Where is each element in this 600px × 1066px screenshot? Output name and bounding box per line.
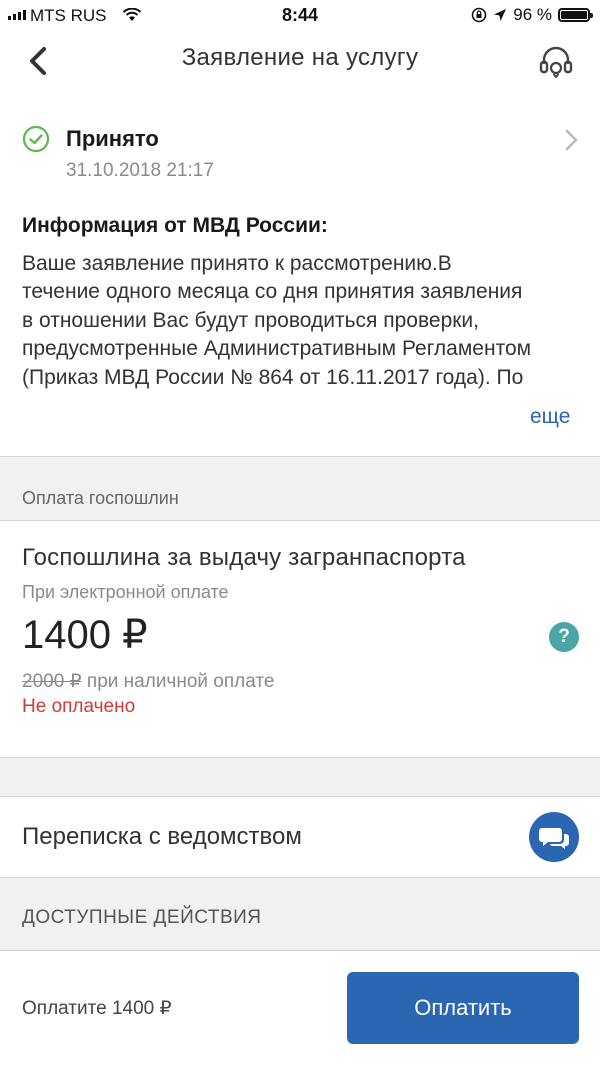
support-headset-icon[interactable] [536, 42, 576, 82]
payment-status: Не оплачено [22, 696, 136, 717]
battery-percent: 96 % [513, 5, 552, 24]
correspondence-label[interactable]: Переписка с ведомством [22, 823, 302, 851]
location-arrow-icon [494, 9, 507, 21]
battery-icon [558, 8, 593, 22]
status-bar: MTS RUS 8:44 96 % [0, 0, 600, 30]
help-icon[interactable]: ? [549, 622, 579, 652]
fee-cash-amount: 2000 ₽ [22, 671, 82, 692]
pay-button[interactable]: Оплатить [347, 972, 579, 1044]
lock-rotation-icon [471, 7, 487, 23]
page-title: Заявление на услугу [181, 44, 419, 71]
info-title: Информация от МВД России: [22, 214, 328, 237]
fee-amount: 1400 ₽ [22, 613, 148, 657]
fee-cash-text: при наличной оплате [81, 671, 275, 692]
fee-title: Госпошлина за выдачу загранпаспорта [22, 544, 466, 571]
more-link[interactable]: еще [530, 405, 570, 429]
fees-section-label: Оплата госпошлин [22, 488, 179, 508]
info-text: Ваше заявление принято к рассмотрению.В … [22, 252, 532, 389]
chevron-right-icon[interactable] [564, 128, 580, 152]
chat-bubbles-icon [539, 828, 569, 849]
fee-cash-note: 2000 ₽ при наличной оплате [22, 670, 274, 693]
actions-section-label: ДОСТУПНЫЕ ДЕЙСТВИЯ [22, 907, 262, 928]
pay-amount-text: Оплатите 1400 ₽ [22, 998, 172, 1019]
footer-divider [0, 950, 600, 951]
section-divider [0, 757, 600, 797]
check-circle-icon [22, 125, 50, 153]
status-label: Принято [66, 126, 159, 151]
status-date: 31.10.2018 21:17 [66, 160, 214, 181]
chat-button[interactable] [529, 812, 579, 862]
fee-subtitle: При электронной оплате [22, 582, 229, 602]
